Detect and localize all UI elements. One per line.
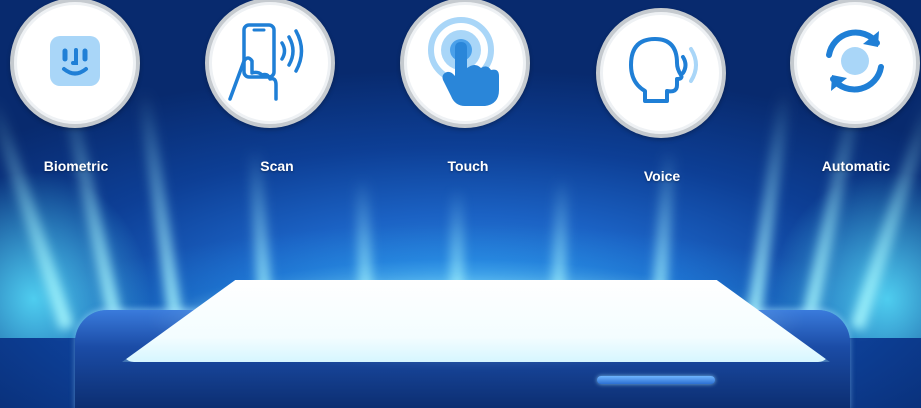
hero-banner: Biometric Scan Touch Voice Automatic: [0, 0, 921, 408]
face-id-icon: [47, 33, 103, 94]
feature-biometric[interactable]: [10, 0, 140, 128]
feature-scan[interactable]: [205, 0, 335, 128]
feature-voice[interactable]: [596, 8, 726, 138]
feature-label-biometric: Biometric: [43, 158, 109, 174]
feature-label-automatic: Automatic: [821, 158, 891, 174]
phone-scan-icon: [222, 21, 318, 106]
feature-label-voice: Voice: [643, 168, 681, 184]
voice-icon: [619, 31, 703, 116]
sync-icon: [815, 21, 895, 106]
feature-label-scan: Scan: [260, 158, 294, 174]
feature-touch[interactable]: [400, 0, 530, 128]
smartphone-screen: [122, 280, 830, 362]
feature-label-touch: Touch: [447, 158, 489, 174]
feature-automatic[interactable]: [790, 0, 920, 128]
touch-icon: [425, 16, 505, 111]
phone-side-button: [597, 376, 715, 384]
